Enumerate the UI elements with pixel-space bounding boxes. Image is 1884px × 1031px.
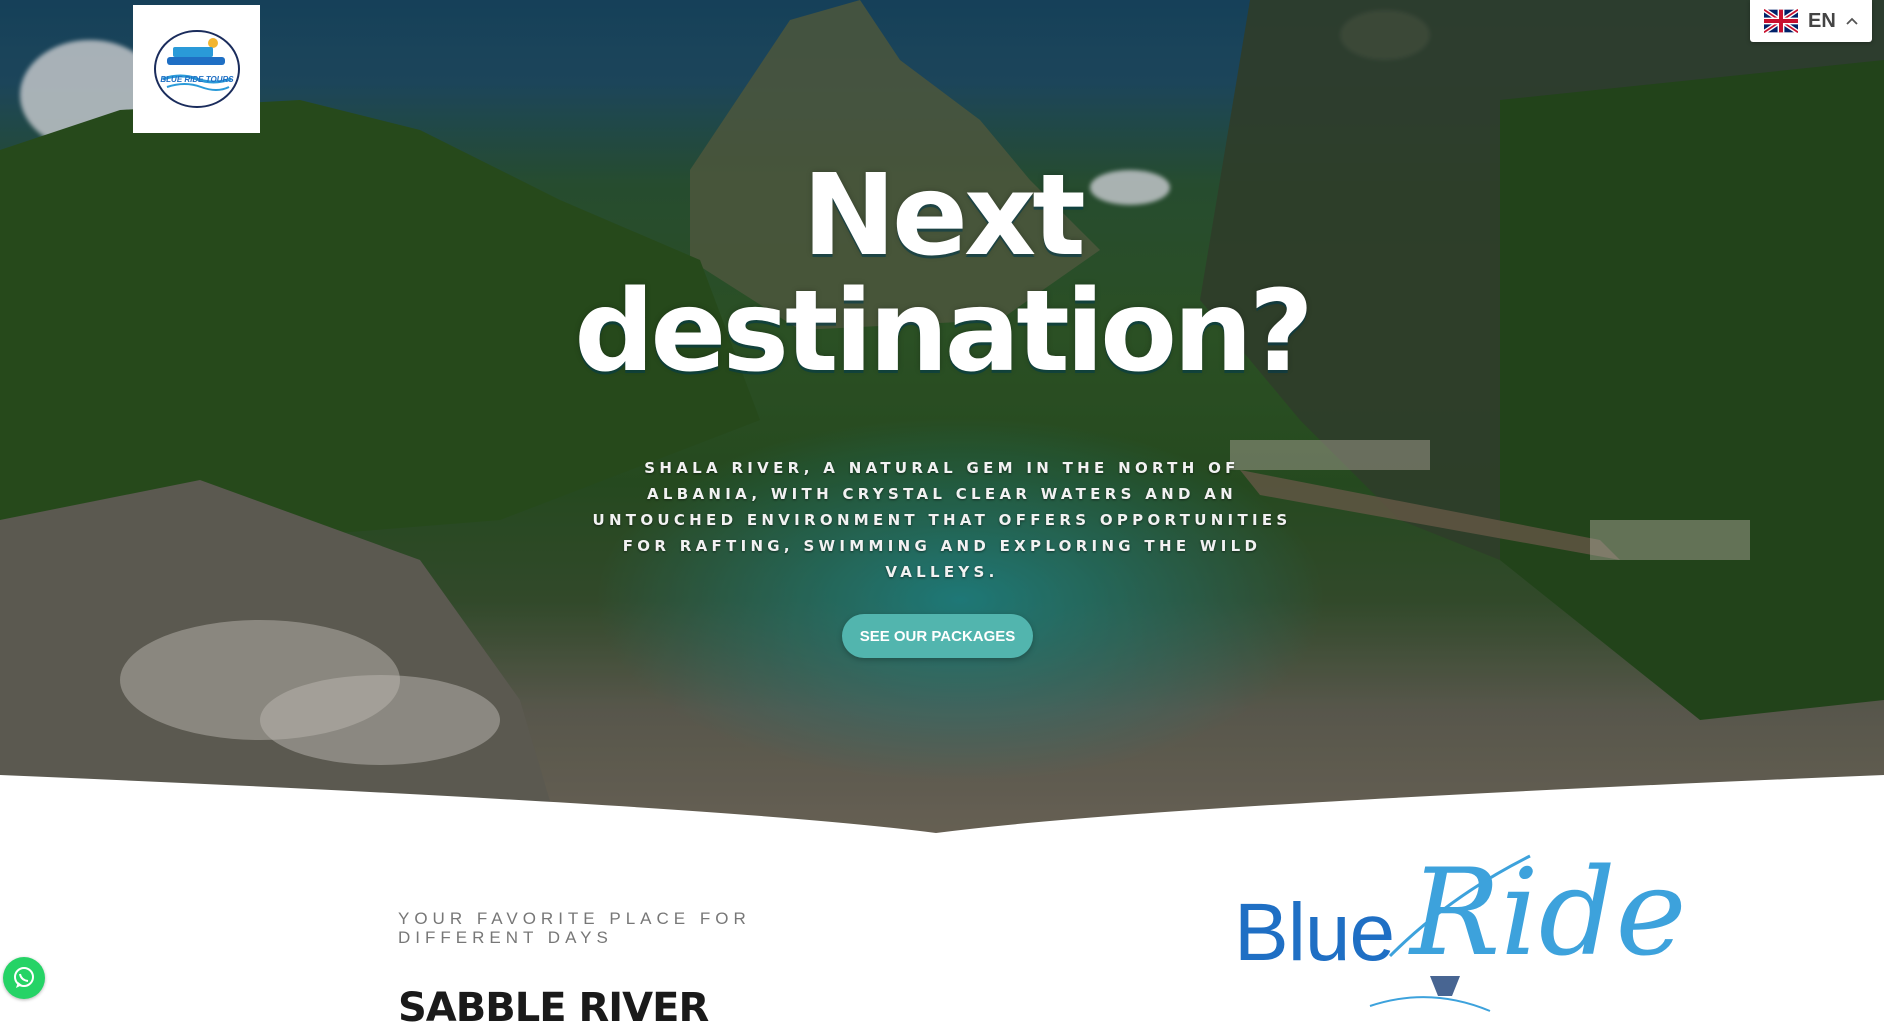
hero-overlay — [0, 0, 1884, 835]
language-switcher[interactable]: EN — [1750, 0, 1872, 42]
hero-title-line1: Next — [802, 151, 1085, 281]
chevron-up-icon — [1846, 17, 1858, 25]
see-packages-button[interactable]: SEE OUR PACKAGES — [842, 614, 1033, 658]
hero-title: Next destination? — [0, 158, 1884, 390]
language-code: EN — [1808, 9, 1836, 32]
blue-ride-brand-logo: Blue Ride — [1230, 836, 1687, 1016]
wave-divider — [0, 775, 1884, 835]
whatsapp-icon — [14, 967, 34, 988]
section-title: SABBLE RIVER — [398, 985, 709, 1031]
site-logo[interactable]: BLUE RIDE TOURS — [133, 5, 260, 133]
whatsapp-button[interactable] — [3, 957, 45, 999]
hero-section: BLUE RIDE TOURS EN Next destination? SHA… — [0, 0, 1884, 835]
hero-subtitle: SHALA RIVER, A NATURAL GEM IN THE NORTH … — [592, 459, 1292, 581]
uk-flag-icon — [1764, 9, 1798, 33]
blue-ride-tours-logo-icon — [153, 30, 240, 108]
brand-swirl-icon — [1369, 854, 1531, 1012]
hero-title-line2: destination? — [574, 267, 1314, 397]
section-kicker: YOUR FAVORITE PLACE FOR DIFFERENT DAYS — [398, 909, 751, 947]
logo-text: BLUE RIDE TOURS — [160, 75, 234, 84]
